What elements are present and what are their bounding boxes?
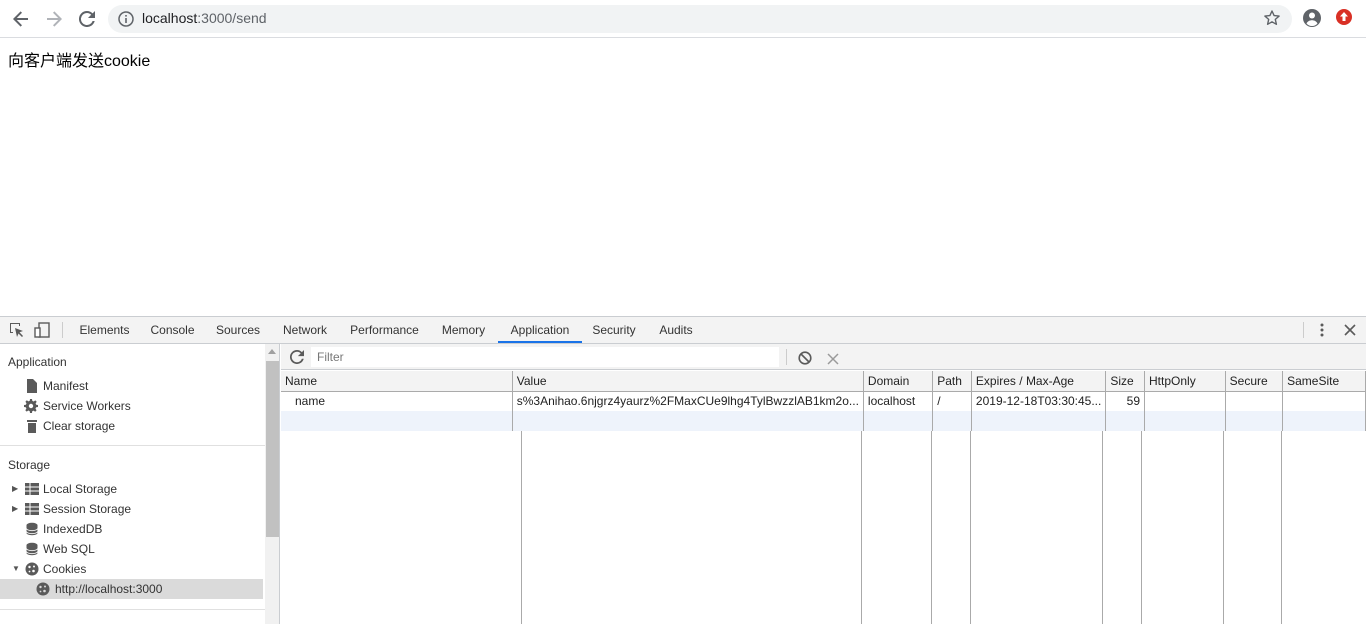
sidebar-item-clear-storage[interactable]: Clear storage [0, 416, 263, 436]
url-host: localhost [142, 10, 198, 26]
sidebar-item-local-storage[interactable]: ▶ Local Storage [0, 479, 263, 499]
toolbar-divider [62, 322, 63, 338]
back-icon[interactable] [9, 7, 33, 31]
table-row-empty[interactable] [281, 411, 1366, 431]
url-path: :3000/send [197, 10, 267, 26]
toolbar-divider [1303, 322, 1304, 338]
sidebar-item-label: Clear storage [43, 419, 116, 433]
storage-section-header: Storage [8, 458, 51, 472]
cookie-samesite-cell[interactable] [1282, 391, 1366, 411]
sidebar-item-label: Local Storage [43, 482, 118, 496]
sidebar-divider [0, 445, 265, 446]
devtools-tab-bar: Elements Console Sources Network Perform… [0, 317, 1366, 344]
database-icon [25, 542, 39, 556]
account-icon[interactable] [1302, 8, 1322, 28]
sidebar-item-label: Web SQL [43, 542, 95, 556]
info-icon[interactable] [118, 11, 134, 31]
cookie-httponly-cell[interactable] [1144, 391, 1226, 411]
forward-icon[interactable] [42, 7, 66, 31]
sidebar-item-cookies[interactable]: ▼ Cookies [0, 559, 263, 579]
cookie-name-cell[interactable]: name [281, 391, 513, 411]
cookie-icon [36, 582, 50, 596]
column-header-samesite[interactable]: SameSite [1282, 371, 1366, 392]
more-options-icon[interactable] [1314, 322, 1330, 338]
extension-icon[interactable] [1335, 8, 1355, 28]
sidebar-item-label: Cookies [43, 562, 87, 576]
expand-arrow-icon[interactable]: ▶ [12, 479, 18, 499]
address-bar[interactable]: localhost:3000/send [108, 5, 1292, 33]
column-header-size[interactable]: Size [1105, 371, 1146, 392]
cookie-icon [25, 562, 39, 576]
sidebar-divider [0, 609, 265, 610]
delete-selected-icon[interactable] [827, 350, 839, 369]
toolbar-divider [786, 349, 787, 365]
cookie-domain-cell[interactable]: localhost [863, 391, 934, 411]
close-devtools-icon[interactable] [1342, 322, 1358, 338]
devtools-panel: Elements Console Sources Network Perform… [0, 316, 1366, 624]
cookie-path-cell[interactable]: / [932, 391, 972, 411]
table-row[interactable]: name s%3Anihao.6njgrz4yaurz%2FMaxCUe9lhg… [281, 391, 1366, 411]
device-toolbar-icon[interactable] [34, 322, 50, 338]
sidebar-scrollbar-thumb[interactable] [266, 361, 279, 537]
cookie-expires-cell[interactable]: 2019-12-18T03:30:45... [971, 391, 1107, 411]
sidebar-item-label: http://localhost:3000 [55, 582, 163, 596]
column-header-name[interactable]: Name [281, 371, 513, 392]
column-header-httponly[interactable]: HttpOnly [1144, 371, 1226, 392]
sidebar-item-web-sql[interactable]: Web SQL [0, 539, 263, 559]
file-icon [25, 379, 39, 393]
column-header-secure[interactable]: Secure [1225, 371, 1284, 392]
sidebar-item-label: IndexedDB [43, 522, 103, 536]
cookie-secure-cell[interactable] [1225, 391, 1284, 411]
filter-input[interactable] [311, 347, 779, 367]
column-header-domain[interactable]: Domain [863, 371, 934, 392]
tab-audits[interactable]: Audits [646, 317, 706, 343]
tab-memory[interactable]: Memory [429, 317, 498, 343]
sidebar-item-label: Service Workers [43, 399, 131, 413]
sidebar-item-manifest[interactable]: Manifest [0, 376, 263, 396]
tab-network[interactable]: Network [270, 317, 340, 343]
cookies-table: Name Value Domain Path Expires / Max-Age… [281, 371, 1366, 431]
column-header-expires[interactable]: Expires / Max-Age [971, 371, 1107, 392]
sidebar-item-label: Manifest [43, 379, 89, 393]
url-text: localhost:3000/send [142, 10, 267, 26]
cookies-toolbar [281, 344, 1366, 370]
sidebar-item-label: Session Storage [43, 502, 132, 516]
column-header-value[interactable]: Value [512, 371, 864, 392]
tab-elements[interactable]: Elements [70, 317, 139, 343]
page-text: 向客户端发送cookie [8, 53, 151, 70]
cookie-value-cell[interactable]: s%3Anihao.6njgrz4yaurz%2FMaxCUe9lhg4TylB… [512, 391, 864, 411]
trash-icon [25, 419, 39, 433]
inspect-element-icon[interactable] [9, 322, 25, 338]
star-icon[interactable] [1264, 10, 1280, 30]
table-header-row: Name Value Domain Path Expires / Max-Age… [281, 371, 1366, 392]
gear-icon [24, 399, 38, 413]
database-icon [25, 522, 39, 536]
cookies-panel: Name Value Domain Path Expires / Max-Age… [281, 344, 1366, 624]
sidebar-item-cookie-origin[interactable]: http://localhost:3000 [0, 579, 263, 599]
application-section-header: Application [8, 355, 67, 369]
tab-performance[interactable]: Performance [340, 317, 429, 343]
tab-security[interactable]: Security [582, 317, 646, 343]
grid-icon [25, 502, 39, 516]
sidebar-item-service-workers[interactable]: Service Workers [0, 396, 263, 416]
cookie-size-cell[interactable]: 59 [1105, 391, 1146, 411]
grid-icon [25, 482, 39, 496]
clear-all-icon[interactable] [798, 350, 812, 369]
application-sidebar: Application Manifest Service Workers Cle… [0, 344, 265, 624]
expand-arrow-icon[interactable]: ▶ [12, 499, 18, 519]
tab-console[interactable]: Console [139, 317, 206, 343]
sidebar-item-session-storage[interactable]: ▶ Session Storage [0, 499, 263, 519]
collapse-arrow-icon[interactable]: ▼ [12, 559, 20, 579]
sidebar-item-indexeddb[interactable]: IndexedDB [0, 519, 263, 539]
column-header-path[interactable]: Path [932, 371, 972, 392]
scroll-up-icon[interactable] [268, 348, 276, 354]
refresh-icon[interactable] [289, 349, 304, 368]
browser-toolbar: localhost:3000/send [0, 0, 1366, 38]
tab-sources[interactable]: Sources [206, 317, 270, 343]
tab-application[interactable]: Application [498, 317, 582, 343]
reload-icon[interactable] [75, 7, 99, 31]
